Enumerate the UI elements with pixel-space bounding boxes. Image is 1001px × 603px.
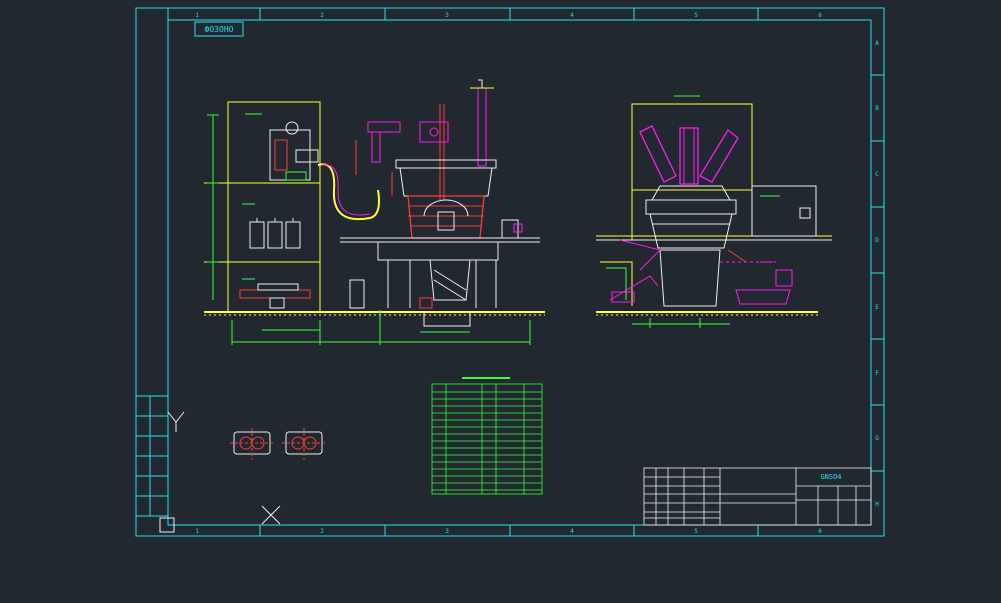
zone-bottom-6: 6 [818,528,822,535]
zone-top-1: 1 [195,12,199,19]
drawing-frame [135,7,885,537]
furnace-front-view [340,79,540,327]
detail-view-right [282,428,326,460]
zone-right-a: A [875,40,879,47]
cad-canvas: 1 2 3 4 5 6 1 2 3 4 5 6 A B C D E F G H … [135,7,885,537]
zone-bottom-4: 4 [570,528,574,535]
zone-bottom-3: 3 [445,528,449,535]
zone-right-b: B [875,105,879,112]
zone-top-5: 5 [694,12,698,19]
zone-bottom-5: 5 [694,528,698,535]
zone-top-4: 4 [570,12,574,19]
zone-top-2: 2 [320,12,324,19]
stamp-text: ФОЗОНО [205,25,234,34]
zone-bottom-2: 2 [320,528,324,535]
parts-list-table [431,383,543,495]
ground-line-left [204,311,545,316]
detail-view-left [230,428,274,460]
zone-right-h: H [875,501,879,508]
crosshair-icon[interactable] [261,505,281,525]
zone-top-3: 3 [445,12,449,19]
drawing-title: GNSO4 [820,473,841,481]
zone-top-6: 6 [818,12,822,19]
furnace-side-view [596,95,832,328]
ucs-axis-icon [159,411,185,533]
zone-right-e: E [875,304,879,311]
drawing-stamp: ФОЗОНО [194,21,244,37]
zone-bottom-1: 1 [195,528,199,535]
zone-right-f: F [875,370,879,377]
zone-right-d: D [875,237,879,244]
cad-drawing-viewport[interactable]: 1 2 3 4 5 6 1 2 3 4 5 6 A B C D E F G H … [0,0,1001,599]
zone-labels: 1 2 3 4 5 6 1 2 3 4 5 6 A B C D E F G H [195,12,879,535]
zone-right-g: G [875,435,879,442]
zone-right-c: C [875,171,879,178]
